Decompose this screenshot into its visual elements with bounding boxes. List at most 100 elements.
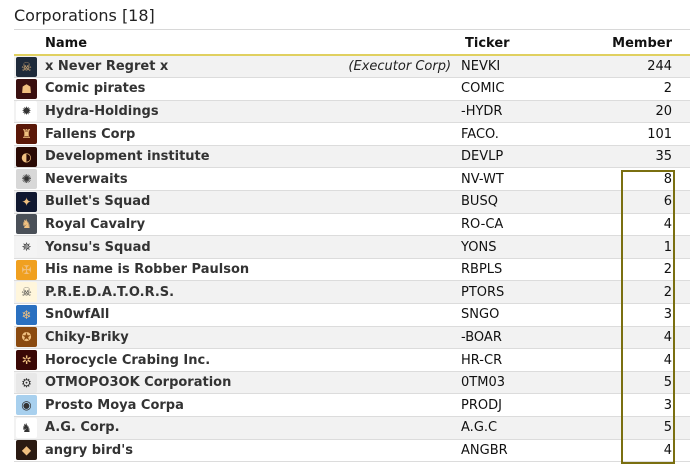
corp-logo-cell: ◆ bbox=[14, 439, 41, 463]
corp-logo-cell: ♞ bbox=[14, 213, 41, 237]
corp-logo-cell: ♜ bbox=[14, 122, 41, 146]
table-row[interactable]: ✵ Yonsu's Squad YONS 1 bbox=[14, 235, 690, 259]
table-row[interactable]: ☗ Comic pirates COMIC 2 bbox=[14, 77, 690, 101]
corp-name-link[interactable]: Development institute bbox=[45, 149, 210, 164]
corp-name-link[interactable]: Neverwaits bbox=[45, 172, 128, 187]
table-body: ☠ x Never Regret x (Executor Corp) NEVKI 2 4 4… bbox=[14, 55, 690, 463]
orange-emblem-logo-icon[interactable]: ◐ bbox=[16, 146, 37, 167]
corp-ticker: SNGO bbox=[457, 303, 576, 327]
corp-logo-cell: ☠ bbox=[14, 280, 41, 305]
corp-ticker: PRODJ bbox=[457, 393, 576, 417]
bird-logo-icon[interactable]: ◆ bbox=[16, 440, 37, 461]
blue-blade-logo-icon[interactable]: ✦ bbox=[16, 191, 37, 212]
white-star-logo-icon[interactable]: ✵ bbox=[16, 237, 37, 258]
corp-name-link[interactable]: Sn0wfAll bbox=[45, 307, 109, 322]
table-row[interactable]: ♞ Royal Cavalry RO-CA 4 bbox=[14, 213, 690, 237]
table-header-row: Name Ticker Member bbox=[14, 33, 690, 56]
table-row[interactable]: ◐ Development institute DEVLP 35 bbox=[14, 145, 690, 169]
section-title: Corporations [18] bbox=[14, 6, 155, 25]
table-row[interactable]: ☠ P.R.E.D.A.T.O.R.S. PTORS 2 bbox=[14, 280, 690, 305]
corp-note: (Executor Corp) bbox=[348, 59, 452, 75]
corp-member-count: 6 bbox=[575, 190, 690, 214]
column-header-name[interactable]: Name bbox=[14, 33, 458, 56]
corp-name-cell: P.R.E.D.A.T.O.R.S. bbox=[41, 280, 458, 305]
table-row[interactable]: ☠ x Never Regret x (Executor Corp) NEVKI 244 bbox=[14, 55, 690, 79]
wolf-logo-icon[interactable]: ♞ bbox=[16, 417, 37, 438]
corp-ticker: PTORS bbox=[457, 280, 576, 305]
corp-name-link[interactable]: His name is Robber Paulson bbox=[45, 262, 249, 277]
corp-name-link[interactable]: Chiky-Briky bbox=[45, 330, 129, 345]
corp-name-cell: Prosto Moya Corpa bbox=[41, 393, 458, 417]
corp-name-cell: Fallens Corp bbox=[41, 122, 458, 146]
corp-name-link[interactable]: Bullet's Squad bbox=[45, 194, 150, 209]
star-burst-logo-icon[interactable]: ✹ bbox=[16, 101, 37, 122]
corp-logo-cell: ✪ bbox=[14, 326, 41, 350]
corp-name-link[interactable]: P.R.E.D.A.T.O.R.S. bbox=[45, 285, 174, 300]
corp-member-count: 4 bbox=[575, 348, 690, 372]
corp-name-cell: Neverwaits bbox=[41, 167, 458, 192]
corp-name-link[interactable]: Hydra-Holdings bbox=[45, 104, 159, 119]
table-row[interactable]: ♞ A.G. Corp. A.G.C 5 bbox=[14, 416, 690, 440]
column-header-ticker[interactable]: Ticker bbox=[457, 33, 576, 56]
table-row[interactable]: ♜ Fallens Corp FACO. 101 bbox=[14, 122, 690, 146]
corp-logo-cell: ◐ bbox=[14, 145, 41, 169]
skull-logo-icon[interactable]: ☠ bbox=[16, 56, 37, 77]
crossbones-logo-icon[interactable]: ☠ bbox=[16, 282, 37, 303]
ring-emblem-logo-icon[interactable]: ⚙ bbox=[16, 372, 37, 393]
grey-emblem-logo-icon[interactable]: ✺ bbox=[16, 169, 37, 190]
corp-name-cell: Bullet's Squad bbox=[41, 190, 458, 214]
corp-name-link[interactable]: OTMOPO3OK Corporation bbox=[45, 375, 231, 390]
corp-logo-cell: ✠ bbox=[14, 258, 41, 282]
blue-orb-logo-icon[interactable]: ◉ bbox=[16, 395, 37, 416]
corp-name-cell: A.G. Corp. bbox=[41, 416, 458, 440]
corp-member-count: 8 bbox=[575, 167, 690, 192]
corp-name-link[interactable]: Comic pirates bbox=[45, 81, 145, 96]
orange-cross-logo-icon[interactable]: ✠ bbox=[16, 259, 37, 280]
corp-ticker: HR-CR bbox=[457, 348, 576, 372]
corp-name-link[interactable]: Yonsu's Squad bbox=[45, 240, 151, 255]
corp-name-link[interactable]: Prosto Moya Corpa bbox=[45, 398, 184, 413]
table-row[interactable]: ✹ Hydra-Holdings -HYDR 20 bbox=[14, 100, 690, 124]
corp-name-link[interactable]: Fallens Corp bbox=[45, 127, 135, 142]
corp-name-cell: OTMOPO3OK Corporation bbox=[41, 371, 458, 395]
corp-ticker: RO-CA bbox=[457, 213, 576, 237]
corp-ticker: FACO. bbox=[457, 122, 576, 146]
corp-ticker: BUSQ bbox=[457, 190, 576, 214]
table-row[interactable]: ❄ Sn0wfAll SNGO 3 bbox=[14, 303, 690, 327]
table-row[interactable]: ◆ angry bird's ANGBR 4 bbox=[14, 439, 690, 463]
corp-member-count: 2 bbox=[575, 258, 690, 282]
table-row[interactable]: ✺ Neverwaits NV-WT 8 bbox=[14, 167, 690, 192]
table-row[interactable]: ✲ Horocycle Crabing Inc. HR-CR 4 bbox=[14, 348, 690, 372]
corp-member-count: 1 bbox=[575, 235, 690, 259]
snowflake-logo-icon[interactable]: ❄ bbox=[16, 304, 37, 325]
column-header-member[interactable]: Member bbox=[575, 33, 690, 56]
corp-logo-cell: ♞ bbox=[14, 416, 41, 440]
corp-logo-cell: ✵ bbox=[14, 235, 41, 259]
corp-name-cell: Yonsu's Squad bbox=[41, 235, 458, 259]
boar-logo-icon[interactable]: ✪ bbox=[16, 327, 37, 348]
table-row[interactable]: ✪ Chiky-Briky -BOAR 4 bbox=[14, 326, 690, 350]
table-row[interactable]: ⚙ OTMOPO3OK Corporation 0TM03 5 bbox=[14, 371, 690, 395]
corp-member-count: 4 bbox=[575, 439, 690, 463]
corp-name-link[interactable]: x Never Regret x bbox=[45, 59, 168, 74]
table-row[interactable]: ✦ Bullet's Squad BUSQ 6 bbox=[14, 190, 690, 214]
table-row[interactable]: ✠ His name is Robber Paulson RBPLS 2 bbox=[14, 258, 690, 282]
corp-member-count: 3 bbox=[575, 303, 690, 327]
corp-name-link[interactable]: angry bird's bbox=[45, 443, 133, 458]
corp-ticker: NEVKI bbox=[457, 55, 576, 79]
corp-name-cell: His name is Robber Paulson bbox=[41, 258, 458, 282]
corp-name-cell: x Never Regret x (Executor Corp) bbox=[41, 55, 458, 79]
corp-name-link[interactable]: A.G. Corp. bbox=[45, 420, 120, 435]
corp-member-count: 4 bbox=[575, 213, 690, 237]
corp-logo-cell: ◉ bbox=[14, 393, 41, 417]
shield-crest-logo-icon[interactable]: ♞ bbox=[16, 214, 37, 235]
corp-name-link[interactable]: Royal Cavalry bbox=[45, 217, 145, 232]
flame-logo-icon[interactable]: ♜ bbox=[16, 124, 37, 145]
corp-ticker: COMIC bbox=[457, 77, 576, 101]
corp-name-cell: Royal Cavalry bbox=[41, 213, 458, 237]
pirate-logo-icon[interactable]: ☗ bbox=[16, 78, 37, 99]
table-row[interactable]: ◉ Prosto Moya Corpa PRODJ 3 bbox=[14, 393, 690, 417]
corp-logo-cell: ✦ bbox=[14, 190, 41, 214]
red-wheel-logo-icon[interactable]: ✲ bbox=[16, 350, 37, 371]
corp-name-link[interactable]: Horocycle Crabing Inc. bbox=[45, 353, 210, 368]
